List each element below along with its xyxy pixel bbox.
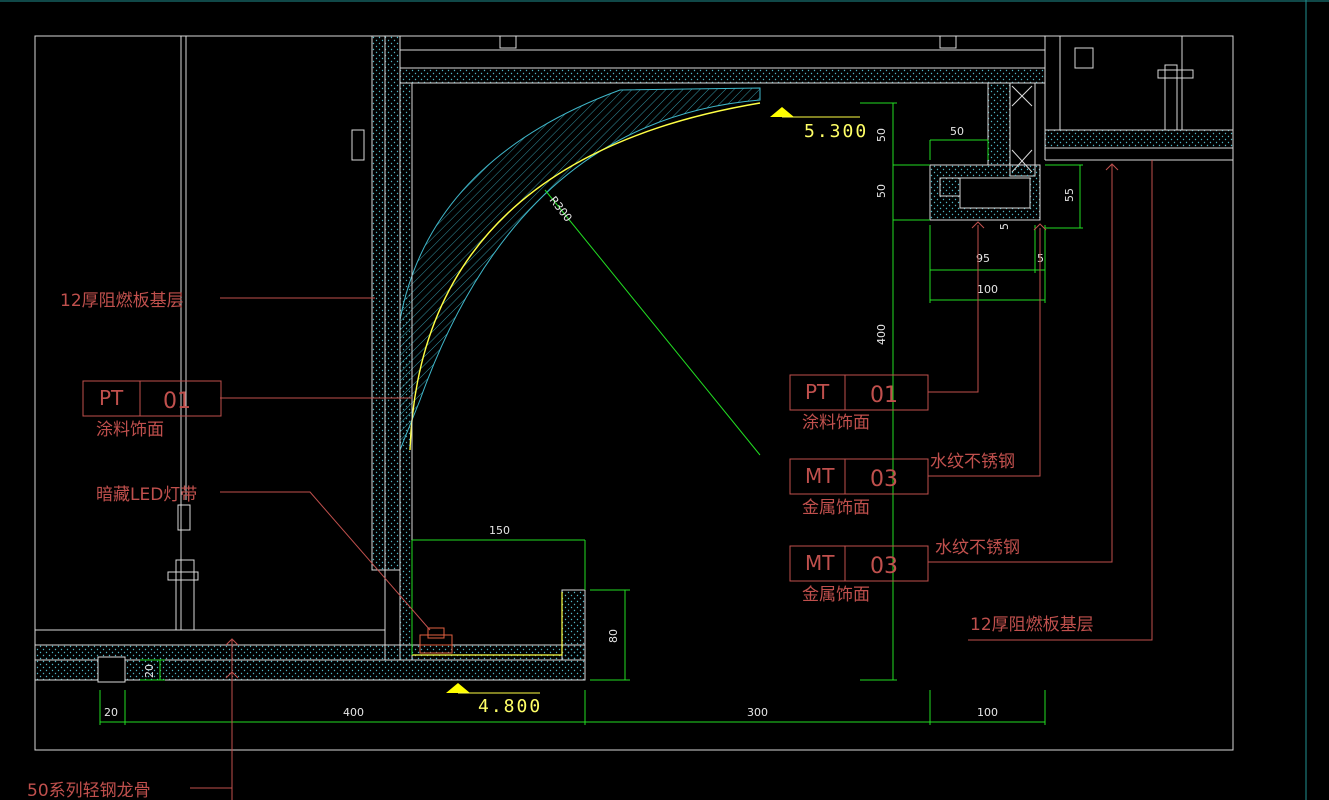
svg-text:5: 5 — [998, 223, 1011, 230]
svg-text:100: 100 — [977, 706, 998, 719]
elevation-bottom: 4.800 — [446, 683, 542, 717]
elevation-top-value: 5.300 — [804, 121, 868, 142]
svg-text:01: 01 — [870, 383, 898, 408]
tag-mt-03-a: MT 03 金属饰面 水纹不锈钢 — [789, 452, 1015, 518]
svg-text:80: 80 — [607, 629, 620, 643]
label-led-strip: 暗藏LED灯带 — [96, 485, 197, 505]
label-left-base-layer: 12厚阻燃板基层 — [60, 291, 184, 311]
tag-pt-01-right: PT 01 涂料饰面 — [789, 374, 929, 433]
label-right-base-layer: 12厚阻燃板基层 — [970, 615, 1094, 635]
svg-text:金属饰面: 金属饰面 — [802, 498, 870, 518]
tag-mt-03-b: MT 03 金属饰面 水纹不锈钢 — [789, 538, 1020, 605]
svg-text:20: 20 — [143, 664, 156, 678]
svg-text:400: 400 — [875, 324, 888, 345]
svg-text:50: 50 — [875, 128, 888, 142]
tag-pt-01-left: PT 01 涂料饰面 — [82, 380, 222, 440]
svg-text:55: 55 — [1063, 188, 1076, 202]
svg-text:涂料饰面: 涂料饰面 — [96, 420, 164, 440]
svg-text:03: 03 — [870, 554, 898, 579]
label-keel: 50系列轻钢龙骨 — [27, 781, 151, 800]
svg-text:金属饰面: 金属饰面 — [802, 585, 870, 605]
cad-detail-drawing: R300 5.300 4.800 150 80 20 20 400 300 10… — [0, 0, 1329, 800]
svg-text:水纹不锈钢: 水纹不锈钢 — [930, 452, 1015, 472]
top-ceiling-board — [399, 35, 1094, 84]
elevation-bottom-value: 4.800 — [478, 696, 542, 717]
svg-text:50: 50 — [950, 125, 964, 138]
svg-text:400: 400 — [343, 706, 364, 719]
svg-text:水纹不锈钢: 水纹不锈钢 — [935, 538, 1020, 558]
svg-text:MT: MT — [805, 464, 835, 488]
svg-text:涂料饰面: 涂料饰面 — [802, 413, 870, 433]
leader-lines — [190, 160, 1153, 800]
svg-text:01: 01 — [163, 389, 191, 414]
leader-arrowheads — [225, 163, 1119, 679]
svg-text:300: 300 — [747, 706, 768, 719]
bottom-trough — [34, 589, 586, 683]
left-wall — [167, 35, 401, 660]
light-trough-box — [929, 82, 1041, 221]
upper-right-slab — [1044, 36, 1234, 161]
svg-text:150: 150 — [489, 524, 510, 537]
svg-text:PT: PT — [99, 386, 124, 410]
svg-text:PT: PT — [805, 380, 830, 404]
svg-text:50: 50 — [875, 184, 888, 198]
elevation-top: 5.300 — [770, 107, 868, 142]
radius-line — [544, 189, 761, 456]
radius-label: R300 — [547, 194, 575, 225]
curved-cove — [399, 80, 761, 661]
svg-text:100: 100 — [977, 283, 998, 296]
svg-text:20: 20 — [104, 706, 118, 719]
svg-text:03: 03 — [870, 467, 898, 492]
svg-text:MT: MT — [805, 551, 835, 575]
